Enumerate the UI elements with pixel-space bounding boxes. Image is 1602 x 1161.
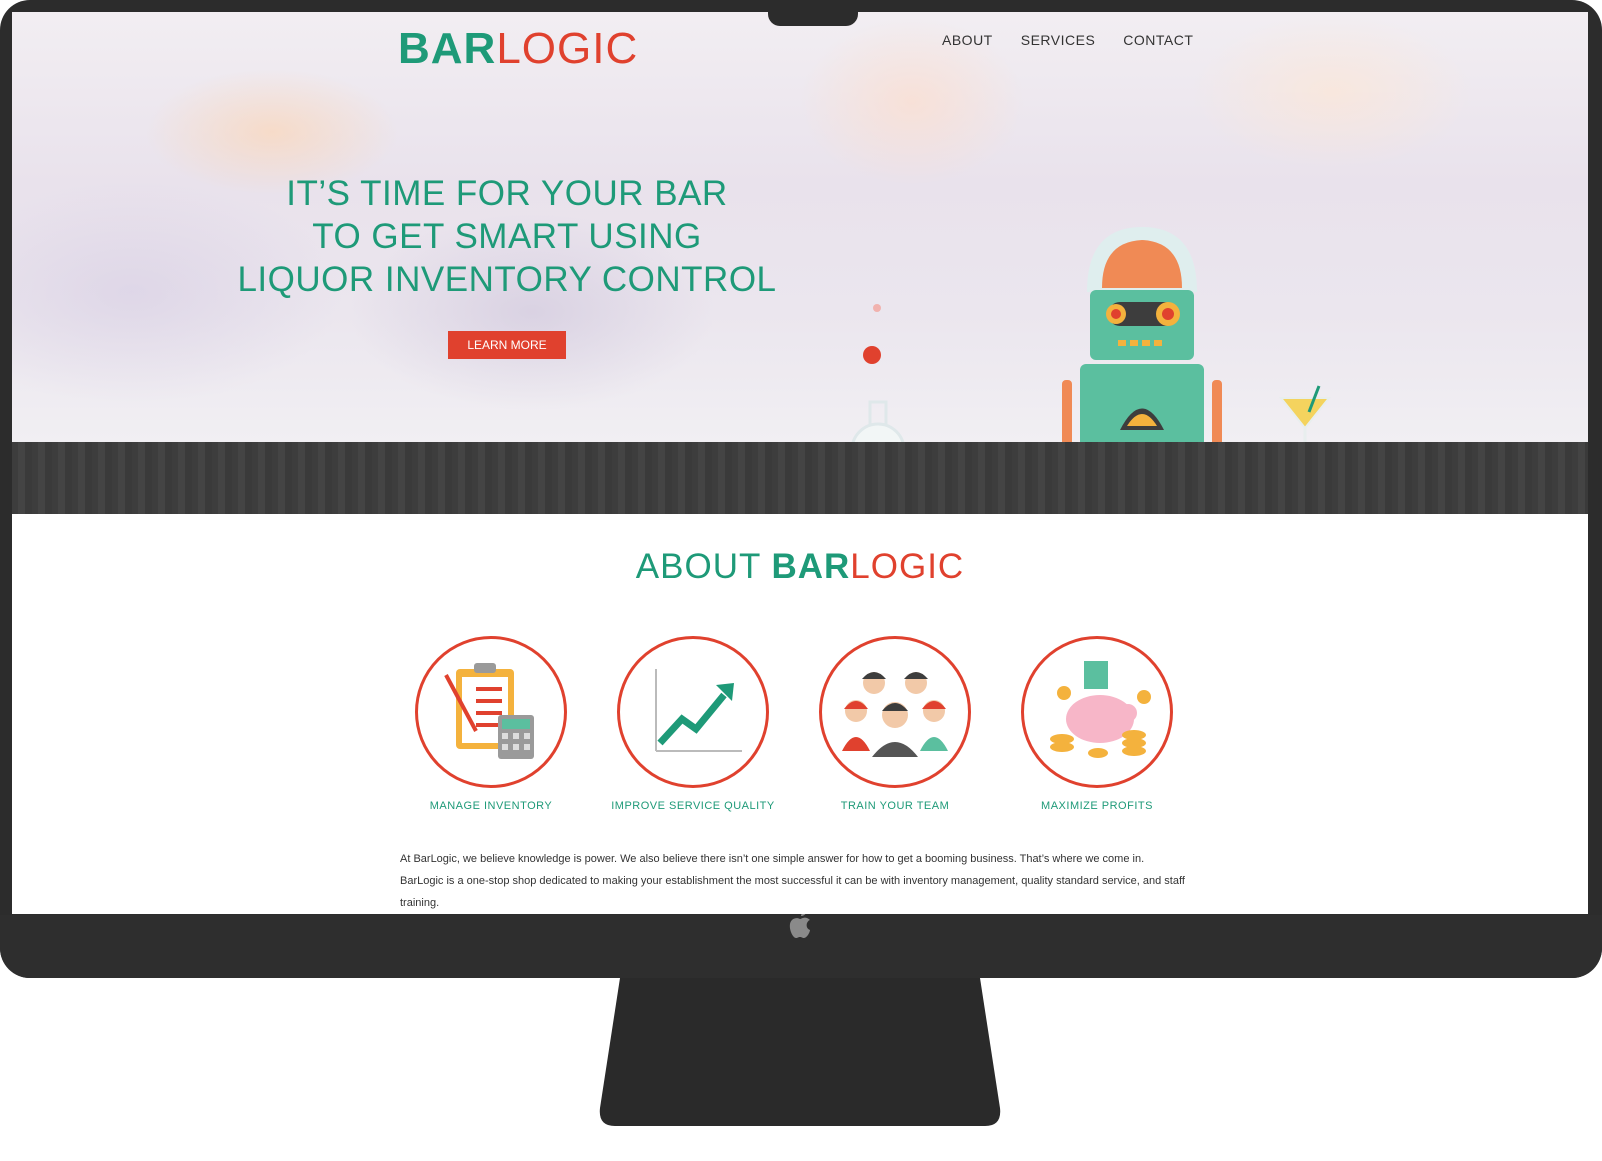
feature-improve-service[interactable]: IMPROVE SERVICE QUALITY xyxy=(603,636,783,812)
feature-label: MAXIMIZE PROFITS xyxy=(1041,800,1153,812)
feature-label: IMPROVE SERVICE QUALITY xyxy=(611,800,775,812)
feature-circle xyxy=(819,636,971,788)
about-paragraph: At BarLogic, we believe knowledge is pow… xyxy=(400,853,1185,909)
hero-section: BARLOGIC ABOUT SERVICES CONTACT IT’S TIM… xyxy=(12,12,1588,478)
camera-notch xyxy=(768,12,858,26)
nav-about[interactable]: ABOUT xyxy=(942,32,993,48)
clipboard-icon xyxy=(444,663,534,759)
logo-logic-text: LOGIC xyxy=(496,24,639,73)
headline-line-2: TO GET SMART USING xyxy=(312,217,702,256)
monitor-chin xyxy=(0,911,1602,978)
about-title: ABOUT BARLOGIC xyxy=(12,547,1588,587)
headline-line-1: IT’S TIME FOR YOUR BAR xyxy=(286,174,728,213)
bar-counter xyxy=(12,442,1588,514)
feature-circle xyxy=(415,636,567,788)
about-title-bar: BAR xyxy=(771,547,851,586)
piggy-bank-icon xyxy=(1050,661,1151,758)
headline-line-3: LIQUOR INVENTORY CONTROL xyxy=(237,260,777,299)
site-logo[interactable]: BARLOGIC xyxy=(398,24,638,74)
feature-label: TRAIN YOUR TEAM xyxy=(840,800,950,812)
hero-headline: IT’S TIME FOR YOUR BAR TO GET SMART USIN… xyxy=(222,172,792,301)
logo-bar-text: BAR xyxy=(398,24,497,73)
about-title-pre: ABOUT xyxy=(635,547,772,586)
learn-more-button[interactable]: LEARN MORE xyxy=(448,331,566,359)
feature-label: MANAGE INVENTORY xyxy=(429,800,553,812)
screen: BARLOGIC ABOUT SERVICES CONTACT IT’S TIM… xyxy=(12,12,1588,914)
feature-manage-inventory[interactable]: MANAGE INVENTORY xyxy=(401,636,581,812)
feature-train-team[interactable]: TRAIN YOUR TEAM xyxy=(805,636,985,812)
feature-circle xyxy=(617,636,769,788)
nav-services[interactable]: SERVICES xyxy=(1021,32,1096,48)
feature-maximize-profits[interactable]: MAXIMIZE PROFITS xyxy=(1007,636,1187,812)
growth-chart-icon xyxy=(655,669,742,752)
monitor-stand xyxy=(599,978,1001,1126)
about-title-logic: LOGIC xyxy=(850,547,965,586)
team-icon xyxy=(842,672,948,757)
nav-contact[interactable]: CONTACT xyxy=(1123,32,1193,48)
main-nav: ABOUT SERVICES CONTACT xyxy=(942,32,1193,48)
feature-circle xyxy=(1021,636,1173,788)
